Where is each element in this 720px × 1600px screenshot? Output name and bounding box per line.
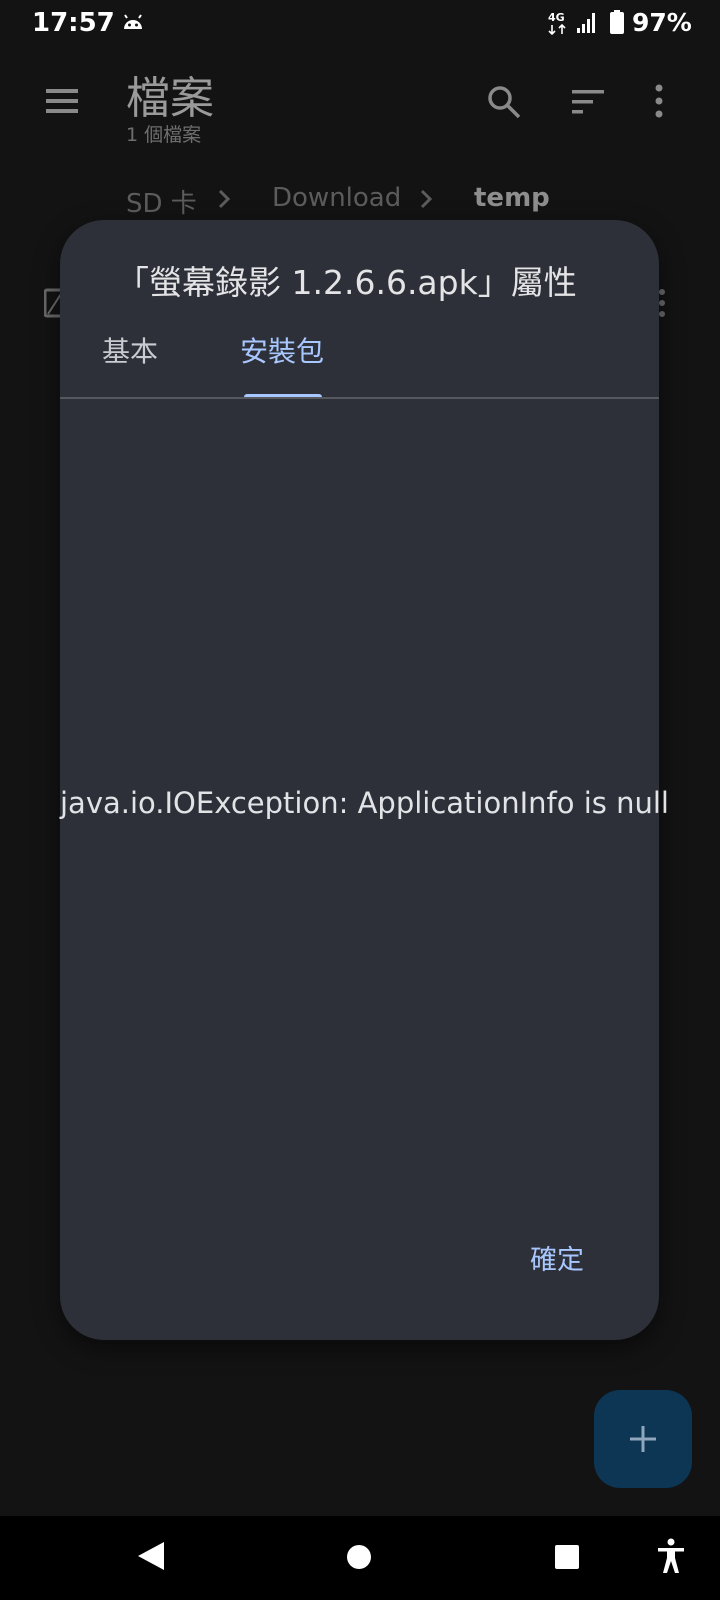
- tab-package[interactable]: 安裝包: [240, 330, 324, 618]
- navigation-bar: [0, 1516, 720, 1600]
- tab-label: 基本: [102, 335, 159, 368]
- add-button[interactable]: [594, 1390, 692, 1488]
- screen: 17:57 4G 97% 檔案 1 個檔案 SD 卡 Download temp…: [0, 0, 720, 1600]
- home-icon[interactable]: [346, 1544, 372, 1570]
- properties-dialog: 「螢幕錄影 1.2.6.6.apk」屬性 基本 安裝包 java.io.IOEx…: [60, 220, 669, 1340]
- ok-button[interactable]: 確定: [512, 1232, 602, 1282]
- tab-label: 安裝包: [240, 335, 325, 368]
- error-message: java.io.IOException: ApplicationInfo is …: [60, 786, 669, 820]
- tab-divider: [60, 397, 659, 399]
- accessibility-icon[interactable]: [656, 1538, 686, 1574]
- plus-icon: [630, 1426, 656, 1452]
- tab-basic[interactable]: 基本: [102, 330, 158, 618]
- dialog-tabs: 基本 安裝包: [60, 330, 659, 618]
- dialog-title: 「螢幕錄影 1.2.6.6.apk」屬性: [116, 263, 577, 302]
- recents-icon[interactable]: [554, 1544, 580, 1570]
- back-icon[interactable]: [136, 1540, 166, 1572]
